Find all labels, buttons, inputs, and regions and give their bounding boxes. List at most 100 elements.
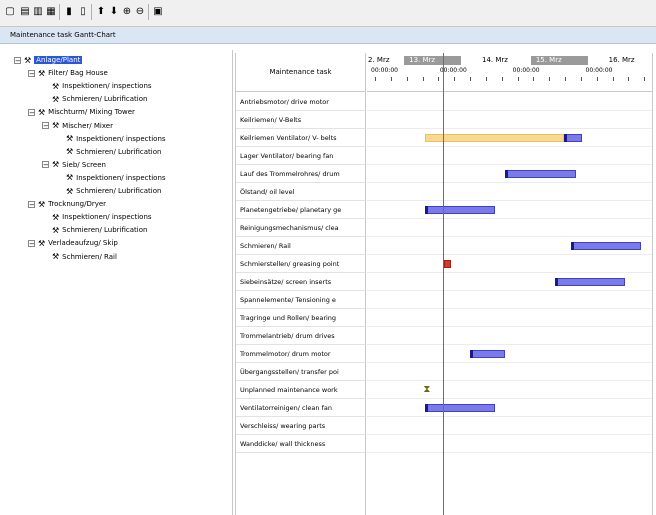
tree-node[interactable]: − ⚒ Anlage/Plant: [14, 54, 83, 66]
expand-toggle-icon: [42, 227, 49, 234]
task-row[interactable]: Keilriemen Ventilator/ V- belts: [236, 129, 365, 147]
task-row[interactable]: Wanddicke/ wall thickness: [236, 435, 365, 453]
tree-node[interactable]: ⚒ Inspektionen/ inspections: [42, 80, 152, 92]
task-row[interactable]: Reinigungsmechanismus/ clea: [236, 219, 365, 237]
task-row[interactable]: Lager Ventilator/ bearing fan: [236, 147, 365, 165]
task-row[interactable]: Verschleiss/ wearing parts: [236, 417, 365, 435]
time-tick: [549, 77, 551, 81]
tree-node-label: Trocknung/Dryer: [48, 200, 107, 209]
time-label: 00:00:00: [585, 67, 613, 74]
plant-tree[interactable]: − ⚒ Anlage/Plant − ⚒ Filter/ Bag House ⚒ Inspek…: [0, 50, 233, 515]
expand-toggle-icon[interactable]: −: [28, 239, 35, 247]
task-bar[interactable]: [469, 350, 506, 358]
toolbar-separator: [59, 4, 60, 20]
task-row[interactable]: Schmieren/ Rail: [236, 237, 365, 255]
time-tick: [390, 77, 392, 81]
tree-node-label: Inspektionen/ inspections: [62, 213, 152, 222]
tree-node[interactable]: ⚒ Schmieren/ Lubrification: [42, 224, 147, 236]
print-icon[interactable]: ▤: [18, 5, 32, 19]
zoom-in-icon[interactable]: ⊕: [120, 5, 134, 19]
tree-node[interactable]: − ⚒ Trocknung/Dryer: [28, 198, 106, 210]
task-bar[interactable]: [425, 206, 496, 214]
task-row[interactable]: Schmierstellen/ greasing point: [236, 255, 365, 273]
gantt-row-line: [367, 398, 652, 399]
page-setup-icon[interactable]: ▯: [76, 5, 90, 19]
time-tick: [375, 77, 376, 81]
expand-toggle-icon: [56, 148, 63, 155]
expand-toggle-icon[interactable]: −: [14, 56, 21, 64]
task-row[interactable]: Planetengetriebe/ planetary ge: [236, 201, 365, 219]
gantt-row-line: [367, 452, 652, 453]
task-row[interactable]: Spannelemente/ Tensioning e: [236, 291, 365, 309]
window-title: Maintenance task Gantt-Chart: [0, 27, 656, 44]
tree-node-label: Schmieren/ Lubrification: [62, 226, 148, 235]
expand-toggle-icon[interactable]: −: [42, 161, 49, 169]
tree-node[interactable]: ⚒ Inspektionen/ inspections: [56, 133, 166, 145]
time-tick: [501, 77, 503, 81]
task-row[interactable]: Lauf des Trommelrohres/ drum: [236, 165, 365, 183]
gantt-row-line: [367, 380, 652, 381]
tree-node[interactable]: − ⚒ Mischer/ Mixer: [42, 120, 113, 132]
gantt-chart[interactable]: 2. Mrz 13. Mrz 14. Mrz 15. Mrz 16. Mrz 00:00:…: [367, 53, 653, 515]
task-row[interactable]: Tragringe und Rollen/ bearing: [236, 309, 365, 327]
wrench-icon: ⚒: [52, 94, 60, 104]
tree-node[interactable]: ⚒ Inspektionen/ inspections: [42, 211, 152, 223]
task-row[interactable]: Antriebsmotor/ drive motor: [236, 93, 365, 111]
gantt-row-line: [367, 344, 652, 345]
task-bar[interactable]: [425, 134, 564, 142]
tree-node[interactable]: ⚒ Schmieren/ Lubrification: [56, 146, 161, 158]
time-tick: [517, 77, 519, 81]
expand-toggle-icon[interactable]: −: [28, 69, 35, 77]
wrench-icon: ⚒: [52, 212, 60, 222]
tree-node[interactable]: − ⚒ Sieb/ Screen: [42, 159, 106, 171]
gantt-row-line: [367, 146, 652, 147]
wrench-icon: ⚒: [66, 173, 74, 183]
task-bar[interactable]: [570, 242, 641, 250]
time-tick: [533, 77, 535, 81]
task-row[interactable]: Ölstand/ oil level: [236, 183, 365, 201]
tree-node[interactable]: ⚒ Schmieren/ Rail: [42, 251, 117, 263]
tree-node-label: Filter/ Bag House: [48, 69, 108, 78]
tree-node[interactable]: − ⚒ Filter/ Bag House: [28, 67, 108, 79]
task-bar[interactable]: [555, 278, 625, 286]
expand-toggle-icon[interactable]: −: [28, 200, 35, 208]
print-preview-icon[interactable]: ▥: [31, 5, 45, 19]
wrench-icon: ⚒: [52, 252, 60, 261]
wrench-icon: ⚒: [52, 160, 60, 170]
bar-cap: [425, 404, 429, 412]
tree-node[interactable]: − ⚒ Mischturm/ Mixing Tower: [28, 106, 135, 118]
bar-cap: [563, 134, 567, 142]
clipboard-icon[interactable]: ▣: [151, 5, 165, 19]
move-down-icon[interactable]: ⬇: [107, 5, 121, 19]
export-icon[interactable]: ▦: [44, 5, 58, 19]
task-row[interactable]: Übergangsstellen/ transfer poi: [236, 363, 365, 381]
zoom-out-icon[interactable]: ⊖: [133, 5, 147, 19]
task-bar[interactable]: [443, 260, 452, 268]
new-document-icon[interactable]: ▢: [3, 5, 17, 19]
time-tick: [612, 77, 614, 81]
gantt-row-line: [367, 362, 652, 363]
tree-node[interactable]: − ⚒ Verladeaufzug/ Skip: [28, 237, 118, 249]
tree-node[interactable]: ⚒ Schmieren/ Lubrification: [42, 93, 147, 105]
task-bar[interactable]: [505, 170, 577, 178]
task-row[interactable]: Keilriemen/ V-Belts: [236, 111, 365, 129]
expand-toggle-icon[interactable]: −: [42, 122, 49, 130]
task-row[interactable]: Ventilatorreinigen/ clean fan: [236, 399, 365, 417]
task-row[interactable]: Unplanned maintenance work: [236, 381, 365, 399]
task-row[interactable]: Trommelantrieb/ drum drives: [236, 327, 365, 345]
task-row[interactable]: Siebeinsätze/ screen inserts: [236, 273, 365, 291]
tree-node[interactable]: ⚒ Inspektionen/ inspections: [56, 172, 166, 184]
time-tick: [565, 77, 566, 81]
move-up-icon[interactable]: ⬆: [94, 5, 108, 19]
wrench-icon: ⚒: [24, 55, 32, 65]
task-row[interactable]: Trommelmotor/ drum motor: [236, 345, 365, 363]
columns-icon[interactable]: ▮: [62, 5, 76, 19]
gantt-row-line: [367, 290, 652, 291]
tree-node[interactable]: ⚒ Schmieren/ Lubrification: [56, 185, 161, 197]
milestone-icon[interactable]: ⧗: [423, 385, 430, 395]
bar-cap: [505, 170, 509, 178]
task-bar[interactable]: [425, 404, 496, 412]
expand-toggle-icon: [42, 83, 49, 90]
expand-toggle-icon[interactable]: −: [28, 108, 35, 116]
gantt-header-divider: [367, 91, 652, 92]
